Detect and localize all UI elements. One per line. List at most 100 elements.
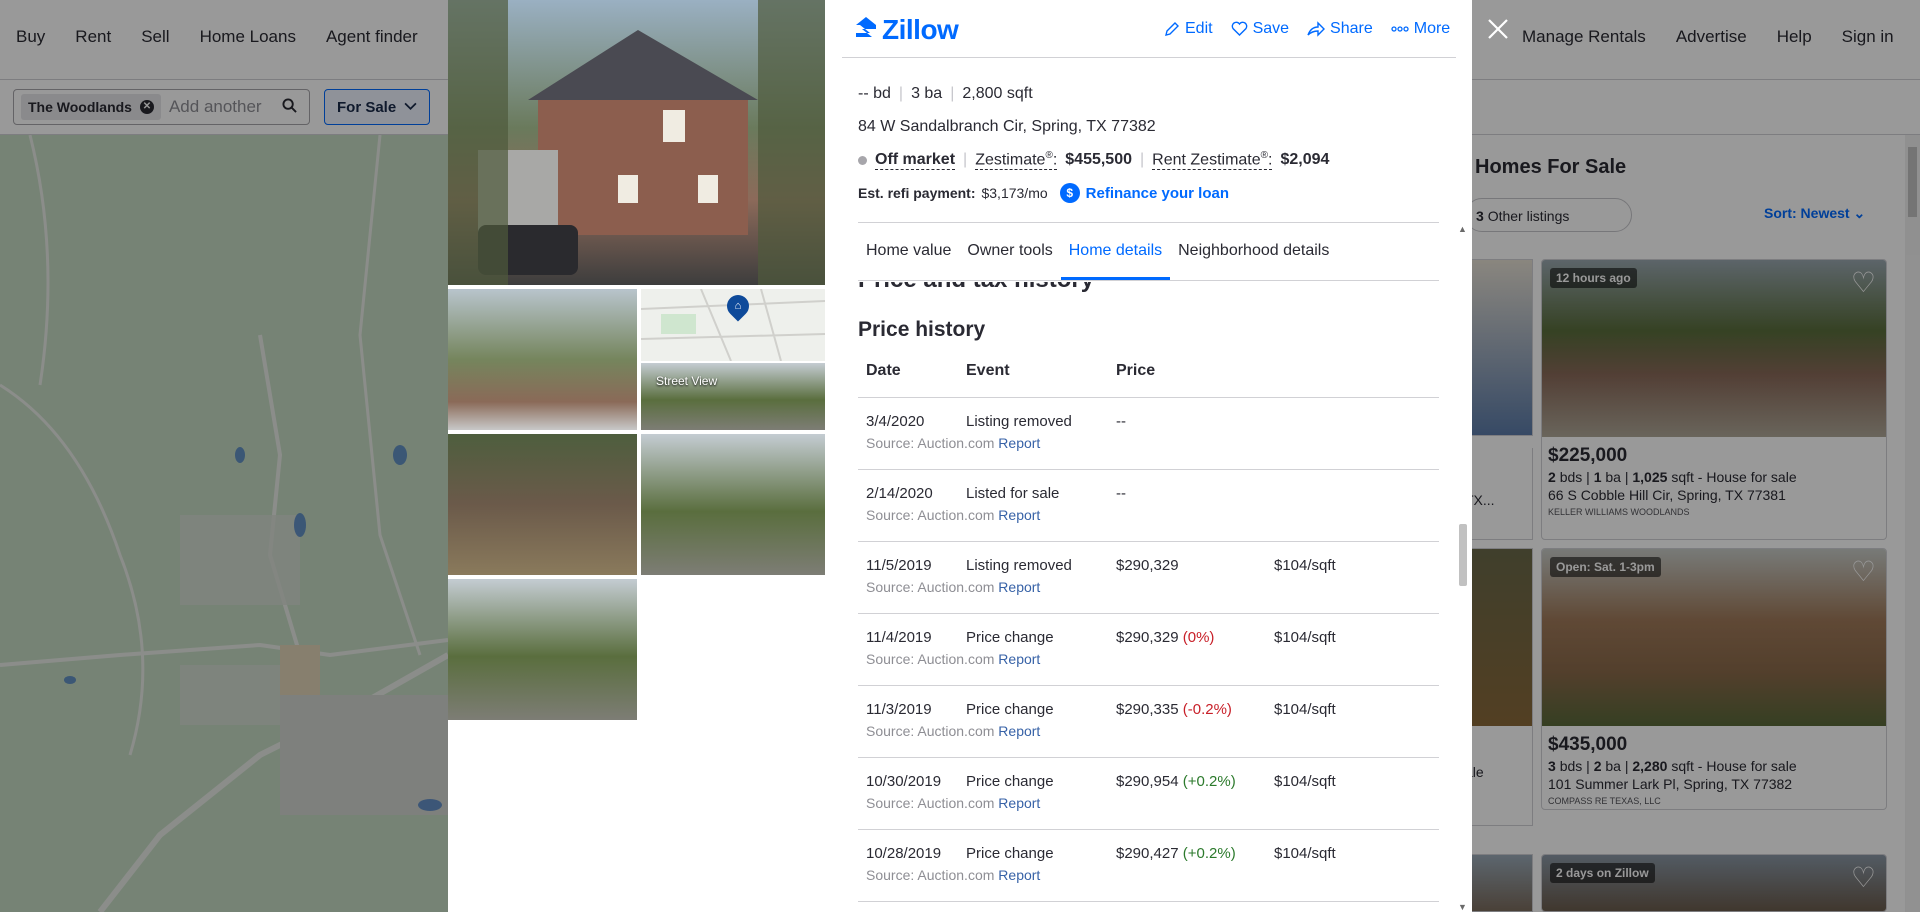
table-row: 11/3/2019 Price change $290,335 (-0.2%) $10…: [858, 686, 1439, 758]
zillow-wordmark: Zillow: [882, 14, 959, 45]
tab-home-value[interactable]: Home value: [858, 223, 959, 280]
save-heart-icon: [1231, 21, 1247, 36]
table-row: 10/30/2019 Price change $290,954 (+0.2%) $1…: [858, 758, 1439, 830]
report-link[interactable]: Report: [998, 435, 1040, 451]
zestimate-label: Zestimate: [975, 151, 1046, 169]
detail-scrollbar[interactable]: ▲ ▼: [1457, 224, 1469, 912]
row-price: --: [1116, 485, 1126, 502]
scroll-down-icon[interactable]: ▼: [1458, 902, 1467, 912]
registered-mark: ®: [1260, 150, 1269, 161]
row-price: --: [1116, 413, 1126, 430]
row-price-cell: --: [1116, 485, 1274, 502]
report-link[interactable]: Report: [998, 507, 1040, 523]
fact-divider: |: [898, 85, 904, 102]
map-pin-icon: ⌂: [722, 290, 754, 322]
map-thumbnail[interactable]: ⌂: [641, 289, 825, 361]
row-event: Listing removed: [966, 413, 1072, 430]
source-label: Source: Auction.com: [866, 435, 995, 451]
detail-scrollbar-thumb[interactable]: [1459, 524, 1467, 586]
tab-owner-tools[interactable]: Owner tools: [959, 223, 1060, 280]
table-row: 11/4/2019 Price change $290,329 (0%) $104/s…: [858, 614, 1439, 686]
row-event: Price change: [966, 701, 1054, 718]
zillow-logo-icon: [854, 14, 878, 46]
report-link[interactable]: Report: [998, 795, 1040, 811]
more-button[interactable]: More: [1391, 20, 1450, 38]
scroll-up-icon[interactable]: ▲: [1458, 224, 1467, 234]
col-price-header: Price: [1116, 362, 1156, 379]
rent-zestimate-link[interactable]: Rent Zestimate®:: [1152, 150, 1273, 171]
row-price: $290,954: [1116, 773, 1179, 790]
table-header: Date Event Price: [858, 362, 1439, 398]
gallery-photo[interactable]: [448, 434, 637, 575]
report-link[interactable]: Report: [998, 723, 1040, 739]
hero-photo[interactable]: [448, 0, 825, 285]
row-change: (-0.2%): [1182, 701, 1232, 718]
row-price: $290,335: [1116, 701, 1179, 718]
fact-divider: |: [950, 85, 955, 102]
row-source: Source: Auction.com Report: [866, 723, 1439, 739]
detail-panel: Zillow Edit Save Share More -- bd | 3 ba…: [842, 0, 1456, 912]
zestimate-link[interactable]: Zestimate®:: [975, 150, 1058, 171]
edit-button[interactable]: Edit: [1164, 20, 1213, 38]
refi-label: Est. refi payment:: [858, 185, 976, 201]
gallery-photo[interactable]: [641, 434, 825, 575]
rent-zestimate-value: $2,094: [1280, 151, 1330, 169]
row-event: Price change: [966, 845, 1054, 862]
row-per-sqft: $104/sqft: [1274, 773, 1336, 790]
row-date: 11/5/2019: [866, 557, 932, 574]
table-row: 10/28/2019 Price change $290,427 (+0.2%) $1…: [858, 830, 1439, 902]
table-row: 3/4/2020 Listing removed -- Source: Auctio…: [858, 398, 1439, 470]
beds-fact: -- bd: [858, 85, 891, 102]
row-date: 11/4/2019: [866, 629, 932, 646]
street-view-thumbnail[interactable]: Street View: [641, 363, 825, 430]
row-source: Source: Auction.com Report: [866, 435, 1439, 451]
home-address: 84 W Sandalbranch Cir, Spring, TX 77382: [858, 118, 1156, 135]
row-date: 10/28/2019: [866, 845, 942, 862]
row-per-sqft: [1274, 485, 1394, 502]
refinance-link[interactable]: Refinance your loan: [1086, 185, 1229, 202]
tab-neighborhood-details[interactable]: Neighborhood details: [1170, 223, 1337, 280]
row-source: Source: Auction.com Report: [866, 795, 1439, 811]
row-per-sqft: $104/sqft: [1274, 701, 1336, 718]
save-label: Save: [1252, 20, 1290, 37]
gallery-photo[interactable]: [448, 579, 637, 720]
report-link[interactable]: Report: [998, 579, 1040, 595]
source-label: Source: Auction.com: [866, 579, 995, 595]
home-facts: -- bd | 3 ba | 2,800 sqft: [858, 85, 1033, 103]
row-per-sqft: [1274, 413, 1394, 430]
report-link[interactable]: Report: [998, 867, 1040, 883]
gallery-photo[interactable]: [448, 289, 637, 430]
tab-home-details[interactable]: Home details: [1060, 223, 1171, 280]
row-per-sqft: $104/sqft: [1274, 629, 1336, 646]
save-button[interactable]: Save: [1231, 20, 1289, 38]
modal-topbar: Zillow Edit Save Share More: [842, 0, 1456, 58]
source-label: Source: Auction.com: [866, 795, 995, 811]
report-link[interactable]: Report: [998, 651, 1040, 667]
photo-gallery: ⌂ Street View: [448, 0, 825, 912]
row-change: (+0.2%): [1182, 773, 1236, 790]
table-row: 2/14/2020 Listed for sale -- Source: Aucti…: [858, 470, 1439, 542]
status-label[interactable]: Off market: [875, 151, 956, 170]
row-date: 2/14/2020: [866, 485, 933, 502]
row-price-cell: $290,335 (-0.2%): [1116, 701, 1274, 718]
rent-zestimate-label: Rent Zestimate: [1152, 151, 1261, 169]
row-price: $290,329: [1116, 629, 1179, 646]
zillow-logo[interactable]: Zillow: [854, 14, 959, 46]
row-price-cell: $290,329 (0%): [1116, 629, 1274, 646]
row-price-cell: --: [1116, 413, 1274, 430]
detail-scroll-area[interactable]: Price and tax history Price history Date…: [858, 282, 1439, 912]
source-label: Source: Auction.com: [866, 723, 995, 739]
baths-fact: 3 ba: [911, 85, 943, 102]
row-event: Listed for sale: [966, 485, 1060, 502]
col-date-header: Date: [866, 362, 901, 379]
row-price-cell: $290,954 (+0.2%): [1116, 773, 1274, 790]
zestimate-value: $455,500: [1065, 151, 1132, 169]
row-source: Source: Auction.com Report: [866, 579, 1439, 595]
house-illustration: [448, 0, 825, 285]
share-icon: [1307, 21, 1326, 37]
source-label: Source: Auction.com: [866, 867, 995, 883]
row-price-cell: $290,329: [1116, 557, 1274, 574]
sqft-fact: 2,800 sqft: [962, 85, 1033, 102]
close-icon[interactable]: [1487, 14, 1509, 48]
share-button[interactable]: Share: [1307, 20, 1373, 38]
